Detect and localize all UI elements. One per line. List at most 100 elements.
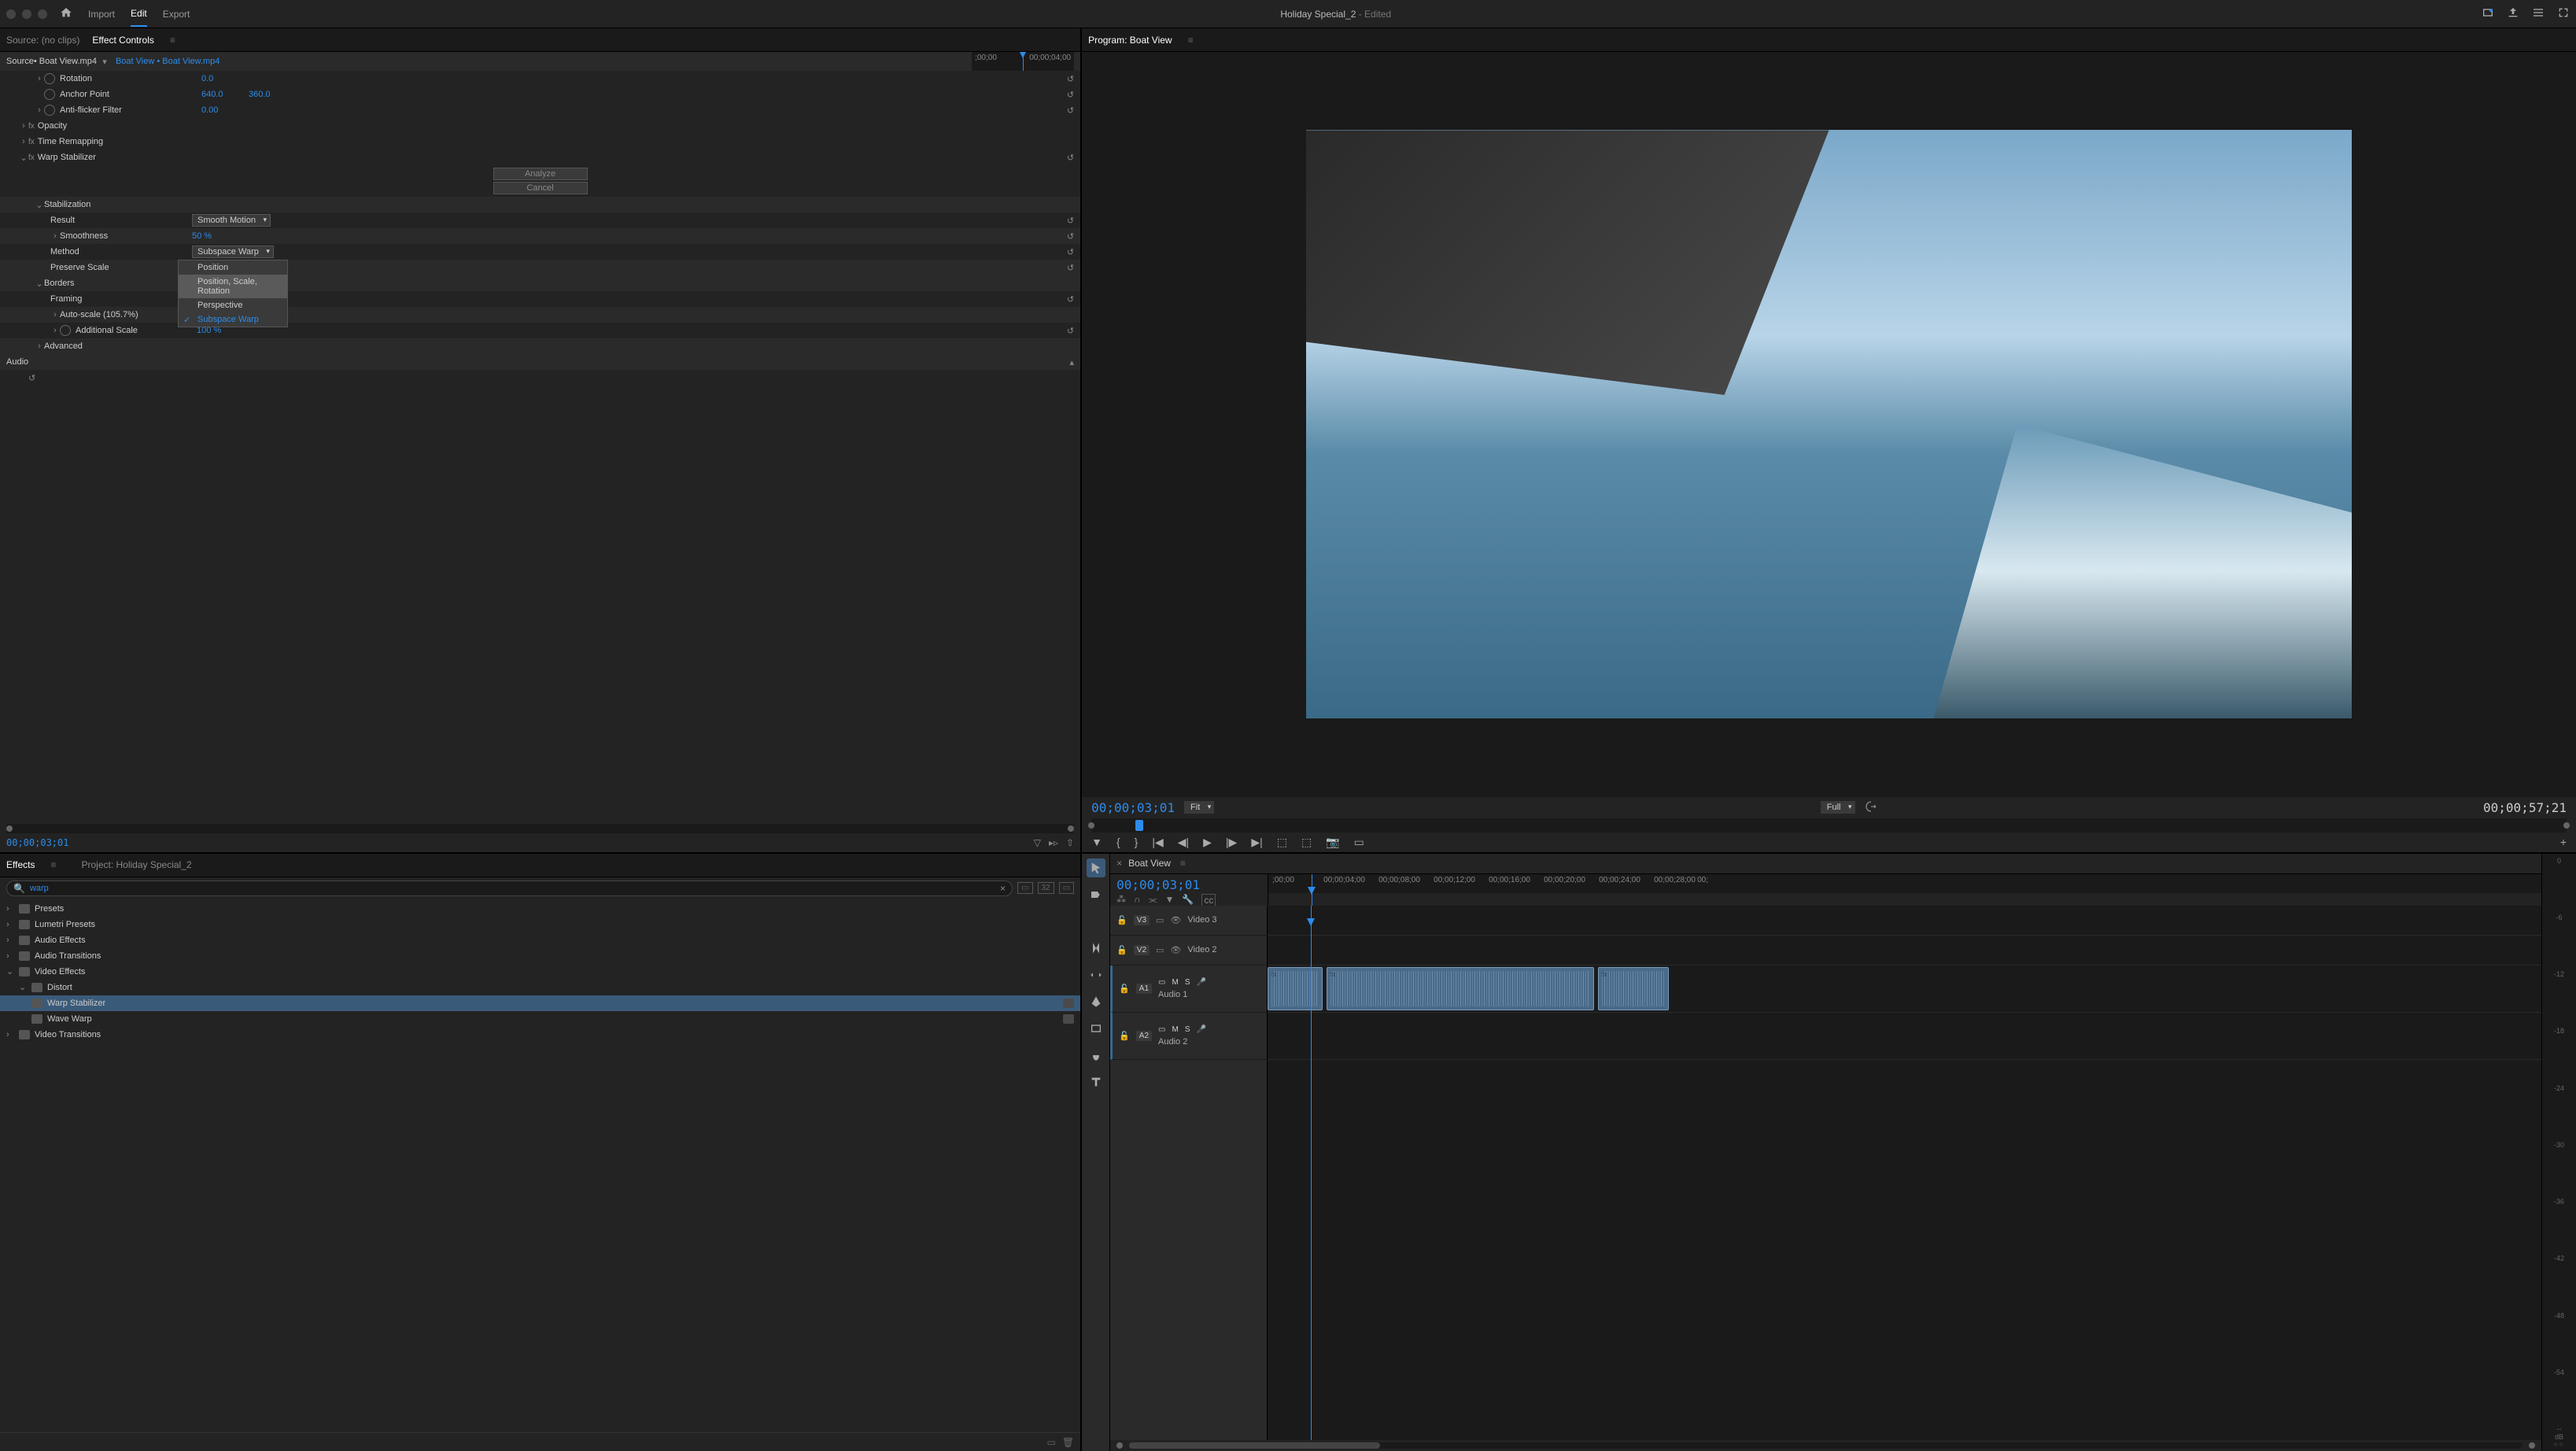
fx-badge-icon[interactable]: fx bbox=[28, 138, 35, 146]
effect-wave-warp[interactable]: Wave Warp bbox=[0, 1011, 1080, 1027]
program-tab[interactable]: Program: Boat View bbox=[1088, 35, 1172, 46]
eye-icon[interactable]: 👁 bbox=[1170, 945, 1181, 955]
minimize-window[interactable] bbox=[22, 9, 31, 19]
go-to-out-icon[interactable]: ▶| bbox=[1251, 836, 1262, 849]
reset-icon[interactable]: ↺ bbox=[1067, 105, 1074, 116]
expand-arrow[interactable]: › bbox=[50, 310, 60, 319]
button-editor-icon[interactable]: + bbox=[2560, 836, 2567, 848]
mute-button[interactable]: M bbox=[1172, 1025, 1178, 1034]
delete-icon[interactable]: 🗑 bbox=[1062, 1437, 1074, 1448]
lift-icon[interactable]: ⬚ bbox=[1277, 836, 1287, 849]
nav-edit[interactable]: Edit bbox=[131, 8, 147, 27]
reset-icon[interactable]: ↺ bbox=[1067, 263, 1074, 273]
anchor-x-value[interactable]: 640.0 bbox=[201, 90, 249, 99]
close-window[interactable] bbox=[6, 9, 16, 19]
toggle-output-icon[interactable]: ▭ bbox=[1156, 915, 1164, 925]
export-icon[interactable]: ⇧ bbox=[1066, 837, 1074, 848]
track-lane-a2[interactable] bbox=[1268, 1013, 2541, 1060]
cc-icon[interactable]: cc bbox=[1201, 894, 1216, 906]
magnet-icon[interactable]: ∩ bbox=[1134, 894, 1141, 906]
workspace-icon[interactable] bbox=[2532, 6, 2545, 21]
method-option-perspective[interactable]: Perspective bbox=[179, 298, 287, 312]
razor-tool[interactable] bbox=[1087, 939, 1105, 958]
resolution-dropdown[interactable]: Full bbox=[1821, 801, 1855, 814]
project-tab[interactable]: Project: Holiday Special_2 bbox=[81, 859, 191, 870]
fullscreen-icon[interactable] bbox=[2557, 6, 2570, 21]
zoom-in-knob[interactable] bbox=[2529, 1442, 2535, 1449]
expand-arrow[interactable]: › bbox=[19, 121, 28, 131]
dest-clip-link[interactable]: Boat View • Boat View.mp4 bbox=[116, 57, 220, 66]
reset-icon[interactable]: ↺ bbox=[1067, 90, 1074, 100]
panel-menu-icon[interactable]: ≡ bbox=[50, 859, 56, 870]
solo-button[interactable]: S bbox=[1185, 978, 1190, 987]
maximize-window[interactable] bbox=[38, 9, 47, 19]
zoom-fit-dropdown[interactable]: Fit bbox=[1184, 801, 1214, 814]
track-header-v2[interactable]: 🔓 V2 ▭ 👁 Video 2 bbox=[1110, 936, 1267, 965]
expand-arrow[interactable]: › bbox=[35, 342, 44, 351]
method-option-position[interactable]: Position bbox=[179, 260, 287, 275]
close-sequence-icon[interactable]: × bbox=[1116, 858, 1122, 869]
yuv-filter-icon[interactable]: ▭ bbox=[1059, 882, 1074, 894]
track-lane-v3[interactable] bbox=[1268, 906, 2541, 936]
nav-export[interactable]: Export bbox=[163, 9, 190, 20]
method-dropdown[interactable]: Subspace Warp bbox=[192, 246, 274, 258]
reset-icon[interactable]: ↺ bbox=[28, 373, 35, 383]
collapse-arrow[interactable]: ⌄ bbox=[35, 279, 44, 289]
extract-icon[interactable]: ⬚ bbox=[1301, 836, 1312, 849]
toggle-output-icon[interactable]: ▭ bbox=[1158, 1025, 1165, 1034]
32bit-filter-icon[interactable]: 32 bbox=[1038, 882, 1054, 894]
reset-icon[interactable]: ↺ bbox=[1067, 247, 1074, 257]
audio-clip[interactable]: fx bbox=[1268, 967, 1323, 1010]
track-select-tool[interactable] bbox=[1087, 885, 1105, 904]
effects-tab[interactable]: Effects bbox=[6, 859, 35, 870]
toggle-output-icon[interactable]: ▭ bbox=[1158, 978, 1165, 987]
timeline-ruler[interactable]: ;00;00 00;00;04;00 00;00;08;00 00;00;12;… bbox=[1268, 874, 2541, 893]
stopwatch-icon[interactable] bbox=[44, 105, 55, 116]
voice-record-icon[interactable]: 🎤 bbox=[1196, 1025, 1205, 1034]
accelerated-filter-icon[interactable]: ▭ bbox=[1017, 882, 1032, 894]
track-header-a1[interactable]: 🔓 A1 ▭ M S 🎤 Audio 1 bbox=[1110, 965, 1267, 1013]
type-tool[interactable] bbox=[1087, 1073, 1105, 1091]
panel-menu-icon[interactable]: ≡ bbox=[1180, 858, 1186, 869]
anchor-y-value[interactable]: 360.0 bbox=[249, 90, 296, 99]
filter-icon[interactable]: ▽ bbox=[1034, 837, 1041, 848]
voice-record-icon[interactable]: 🎤 bbox=[1196, 978, 1205, 987]
reset-icon[interactable]: ↺ bbox=[1067, 294, 1074, 305]
ec-timecode[interactable]: 00;00;03;01 bbox=[6, 837, 68, 848]
lock-icon[interactable]: 🔓 bbox=[1116, 915, 1127, 925]
slip-tool[interactable] bbox=[1087, 965, 1105, 984]
pen-tool[interactable] bbox=[1087, 992, 1105, 1011]
snap-icon[interactable]: ⁂ bbox=[1116, 894, 1126, 906]
go-to-in-icon[interactable]: |◀ bbox=[1152, 836, 1163, 849]
expand-arrow[interactable]: › bbox=[35, 105, 44, 115]
rectangle-tool[interactable] bbox=[1087, 1019, 1105, 1038]
reset-icon[interactable]: ↺ bbox=[1067, 231, 1074, 242]
reset-icon[interactable]: ↺ bbox=[1067, 74, 1074, 84]
collapse-arrow[interactable]: ⌄ bbox=[35, 200, 44, 210]
mute-button[interactable]: M bbox=[1172, 978, 1178, 987]
stopwatch-icon[interactable] bbox=[44, 73, 55, 84]
eye-icon[interactable]: 👁 bbox=[1170, 915, 1181, 925]
comparison-icon[interactable]: ▭ bbox=[1354, 836, 1364, 849]
track-header-a2[interactable]: 🔓 A2 ▭ M S 🎤 Audio 2 bbox=[1110, 1013, 1267, 1060]
analyze-button[interactable]: Analyze bbox=[493, 168, 588, 180]
settings-icon[interactable]: 🔧 bbox=[1182, 894, 1194, 906]
video-preview[interactable] bbox=[1306, 130, 2352, 718]
expand-arrow[interactable]: › bbox=[6, 920, 14, 929]
toggle-output-icon[interactable]: ▭ bbox=[1156, 945, 1164, 955]
selection-tool[interactable] bbox=[1087, 858, 1105, 877]
stopwatch-icon[interactable] bbox=[60, 325, 71, 336]
effect-controls-tab[interactable]: Effect Controls bbox=[92, 35, 153, 46]
rotation-value[interactable]: 0.0 bbox=[201, 74, 249, 83]
result-dropdown[interactable]: Smooth Motion bbox=[192, 214, 271, 227]
timeline-zoom-bar[interactable] bbox=[1129, 1442, 2522, 1449]
expand-arrow[interactable]: › bbox=[19, 137, 28, 146]
program-scrubber[interactable] bbox=[1091, 818, 2567, 833]
step-back-icon[interactable]: ◀| bbox=[1178, 836, 1189, 849]
keyframe-nav-icon[interactable]: ▸▹ bbox=[1049, 837, 1058, 848]
audio-collapse-icon[interactable]: ▴ bbox=[1070, 357, 1075, 367]
ripple-edit-tool[interactable] bbox=[1087, 912, 1105, 931]
panel-menu-icon[interactable]: ≡ bbox=[170, 35, 175, 46]
track-header-v3[interactable]: 🔓 V3 ▭ 👁 Video 3 bbox=[1110, 906, 1267, 936]
flicker-value[interactable]: 0.00 bbox=[201, 105, 249, 115]
